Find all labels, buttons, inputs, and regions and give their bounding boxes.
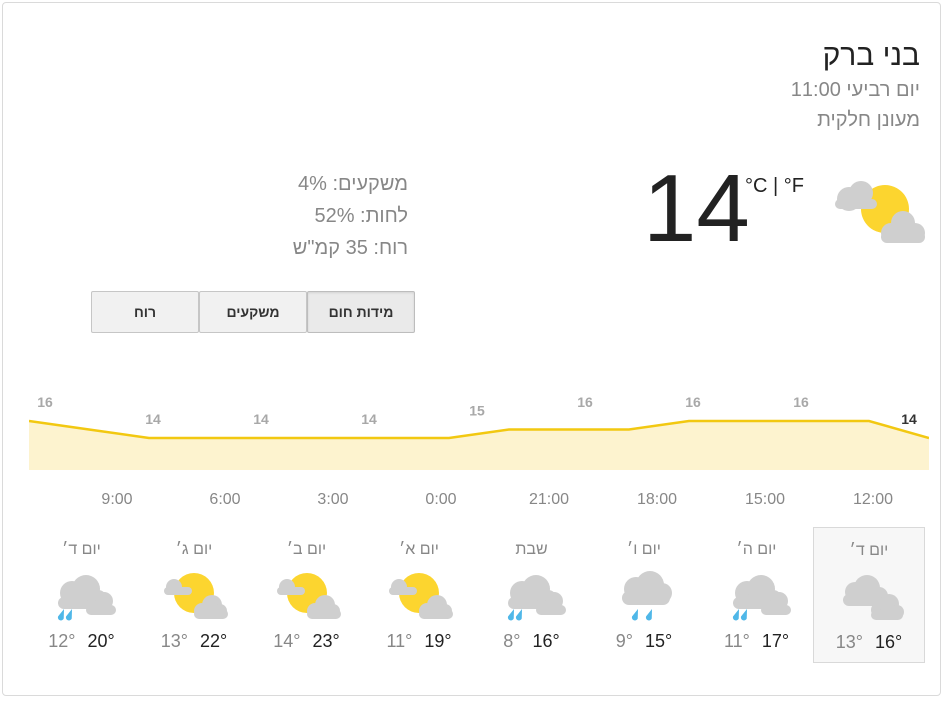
- cloudy-icon: [833, 570, 905, 622]
- day-low-temp: 14°: [273, 631, 301, 651]
- unit-toggle: °C | °F: [745, 175, 804, 198]
- chart-tick-label: 21:00: [529, 491, 569, 508]
- cloud-rain-icon: [721, 569, 793, 621]
- location-title: בני ברק: [822, 39, 920, 72]
- precip-stat: משקעים: 4%: [298, 173, 408, 195]
- partly-cloudy-icon: [831, 175, 927, 247]
- day-name: יום ד׳: [849, 542, 889, 559]
- day-temps: 11° 19°: [363, 631, 475, 652]
- unit-fahrenheit[interactable]: °F: [784, 175, 804, 197]
- day-high-temp: 16°: [532, 631, 560, 651]
- day-forecast-item[interactable]: שבת 8° 16°: [476, 527, 588, 663]
- day-low-temp: 13°: [835, 632, 863, 652]
- day-high-temp: 20°: [87, 631, 115, 651]
- day-temps: 14° 23°: [251, 631, 363, 652]
- tab-wind[interactable]: רוח: [91, 291, 199, 333]
- day-low-temp: 13°: [160, 631, 188, 651]
- day-name: יום ד׳: [62, 541, 101, 558]
- day-temps: 13° 16°: [814, 632, 924, 653]
- cloud-rain-icon: [46, 569, 118, 621]
- unit-celsius[interactable]: °C: [745, 175, 767, 197]
- condition-text: מעונן חלקית: [817, 109, 920, 131]
- current-time: יום רביעי 11:00: [790, 79, 920, 101]
- day-temps: 8° 16°: [476, 631, 588, 652]
- chart-tick-label: 6:00: [209, 491, 240, 508]
- cloud-rain-icon: [496, 569, 568, 621]
- day-high-temp: 22°: [200, 631, 228, 651]
- chart-value-label: 14: [901, 411, 917, 427]
- partly-cloudy-icon: [158, 569, 230, 621]
- day-name: יום ב׳: [286, 541, 327, 558]
- day-forecast-item[interactable]: יום ד׳ 13° 16°: [813, 527, 925, 663]
- day-forecast-item[interactable]: יום ה׳ 11° 17°: [701, 527, 813, 663]
- day-high-temp: 17°: [761, 631, 790, 651]
- chart-tick-label: 15:00: [745, 491, 785, 508]
- day-low-temp: 11°: [723, 631, 750, 651]
- partly-cloudy-icon: [383, 569, 455, 621]
- day-forecast-item[interactable]: יום ב׳ 14° 23°: [251, 527, 363, 663]
- day-forecast-item[interactable]: יום ג׳ 13° 22°: [138, 527, 250, 663]
- weather-card: בני ברק יום רביעי 11:00 מעונן חלקית 14 °…: [2, 2, 941, 696]
- chart-value-label: 14: [253, 411, 269, 427]
- chart-value-label: 14: [361, 411, 377, 427]
- partly-cloudy-icon: [271, 569, 343, 621]
- unit-separator: |: [767, 175, 784, 197]
- tab-temperature[interactable]: מידות חום: [307, 291, 415, 333]
- chart-value-label: 14: [145, 411, 161, 427]
- day-name: יום ג׳: [175, 541, 213, 558]
- day-low-temp: 12°: [48, 631, 76, 651]
- wind-stat: רוח: 35 קמ"ש: [292, 237, 408, 259]
- day-name: יום ה׳: [736, 541, 777, 558]
- chart-area-fill: [29, 421, 929, 470]
- day-high-temp: 19°: [424, 631, 452, 651]
- day-high-temp: 16°: [875, 632, 903, 652]
- day-name: שבת: [515, 541, 548, 558]
- showers-icon: [608, 569, 680, 621]
- chart-tick-label: 18:00: [637, 491, 677, 508]
- day-high-temp: 23°: [312, 631, 340, 651]
- chart-value-label: 16: [685, 394, 701, 410]
- humidity-stat: לחות: 52%: [314, 205, 408, 227]
- temperature-chart: 14 12:00 16 15:00 16 18:00 16 21:00 15 0:00 14 3:00…: [29, 394, 929, 508]
- chart-tick-label: 3:00: [317, 491, 348, 508]
- chart-value-label: 15: [469, 403, 485, 419]
- day-forecast-item[interactable]: יום ד׳ 12° 20°: [26, 527, 138, 663]
- day-forecast-item[interactable]: יום א׳ 11° 19°: [363, 527, 475, 663]
- current-temperature: 14: [643, 155, 750, 262]
- day-temps: 11° 17°: [701, 631, 813, 652]
- day-forecast-item[interactable]: יום ו׳ 9° 15°: [588, 527, 700, 663]
- chart-value-label: 16: [577, 394, 593, 410]
- day-name: יום ו׳: [627, 541, 661, 558]
- chart-tick-label: 9:00: [101, 491, 132, 508]
- day-temps: 12° 20°: [26, 631, 138, 652]
- day-low-temp: 11°: [386, 631, 413, 651]
- chart-value-label: 16: [793, 394, 809, 410]
- tab-precipitation[interactable]: משקעים: [199, 291, 307, 333]
- chart-value-label: 16: [37, 394, 53, 410]
- day-low-temp: 8°: [503, 631, 521, 651]
- chart-tick-label: 0:00: [425, 491, 456, 508]
- chart-tick-label: 12:00: [853, 491, 893, 508]
- day-low-temp: 9°: [615, 631, 633, 651]
- day-temps: 9° 15°: [588, 631, 700, 652]
- day-name: יום א׳: [399, 541, 439, 558]
- day-high-temp: 15°: [644, 631, 673, 651]
- day-temps: 13° 22°: [138, 631, 250, 652]
